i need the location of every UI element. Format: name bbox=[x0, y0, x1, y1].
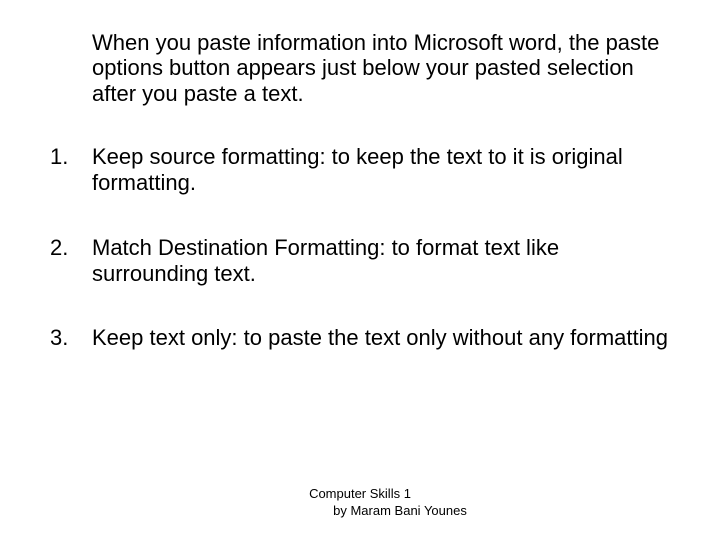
list-number: 1. bbox=[50, 144, 92, 197]
intro-paragraph: When you paste information into Microsof… bbox=[92, 30, 670, 106]
list-item: 1. Keep source formatting: to keep the t… bbox=[50, 144, 670, 197]
list-text: Keep source formatting: to keep the text… bbox=[92, 144, 670, 197]
footer: Computer Skills 1 by Maram Bani Younes bbox=[0, 486, 720, 520]
list-number: 3. bbox=[50, 325, 92, 351]
footer-author: by Maram Bani Younes bbox=[80, 503, 720, 520]
list-item: 2. Match Destination Formatting: to form… bbox=[50, 235, 670, 288]
list-number: 2. bbox=[50, 235, 92, 288]
list-text: Match Destination Formatting: to format … bbox=[92, 235, 670, 288]
list-item: 3. Keep text only: to paste the text onl… bbox=[50, 325, 670, 351]
footer-title: Computer Skills 1 bbox=[309, 486, 411, 501]
list-text: Keep text only: to paste the text only w… bbox=[92, 325, 670, 351]
